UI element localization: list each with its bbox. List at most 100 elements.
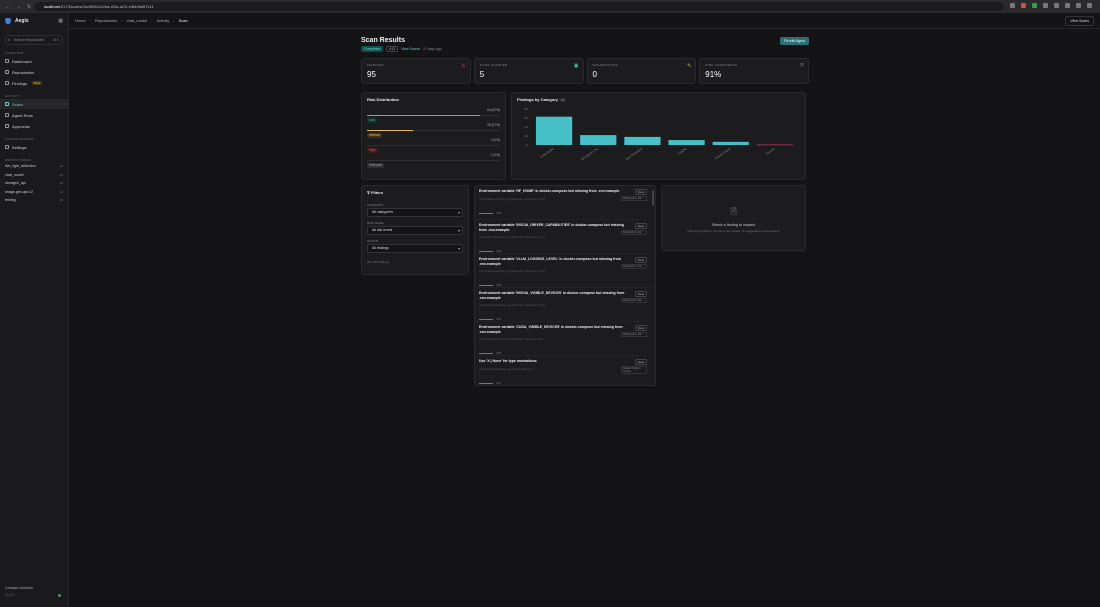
repo-item[interactable]: image-gen-api-v2 10: [0, 188, 68, 197]
view-finding-button[interactable]: View: [634, 291, 647, 297]
breadcrumb-repositories[interactable]: Repositories: [95, 18, 117, 23]
category-bar[interactable]: [668, 140, 705, 145]
section-activity: ACTIVITY: [5, 94, 21, 98]
risk-bar-track: [367, 160, 500, 161]
finding-inspector: 🗎 Select a finding to inspect Click any …: [661, 185, 806, 251]
extension-icon[interactable]: [1021, 3, 1026, 8]
repo-count: 10: [59, 181, 63, 186]
url-host: localhost: [44, 4, 60, 9]
reload-icon[interactable]: ↻: [27, 4, 31, 10]
filter-summary: 95 of 95 findings: [367, 260, 390, 264]
extension-icon[interactable]: [1032, 3, 1037, 8]
url-path: :5173/scans/2ec9f0b4-b2ba-4f1d-a21f-e3bb…: [59, 4, 154, 9]
brand[interactable]: Aegis ▣: [0, 13, 68, 29]
scan-id-badge: #12: [386, 46, 399, 52]
grid-icon: [5, 59, 9, 63]
footer-label[interactable]: Collapse shortcuts: [5, 586, 63, 590]
sidebar-item-settings[interactable]: Settings: [0, 142, 68, 152]
menu-icon[interactable]: [1087, 3, 1092, 8]
view-finding-button[interactable]: View: [634, 257, 647, 263]
app-version: v0.1.0: [5, 593, 15, 597]
repo-name: live_light_detection: [5, 164, 36, 169]
repo-item[interactable]: storage2_api 10: [0, 179, 68, 188]
check-icon: [5, 124, 9, 128]
finding-title: Environment variable 'CUDA_VISIBLE_DEVIC…: [479, 325, 623, 334]
finding-path: /Users/devrepos/chat_model/docker-compos…: [479, 269, 546, 274]
finding-title: Use 'X | None' for type annotations: [479, 359, 537, 363]
view-scans-button[interactable]: View Scans: [1065, 16, 1094, 26]
repo-name: testing: [5, 198, 16, 203]
finding-path: /Users/devrepos/chat_model/docker-compos…: [479, 235, 546, 240]
view-finding-button[interactable]: View: [634, 359, 647, 365]
repo-name: chat_model: [5, 172, 24, 177]
category-bar[interactable]: [624, 136, 661, 145]
risk-level-tag: Low: [367, 117, 377, 123]
risk-filter-label: RISK LEVEL: [367, 221, 385, 225]
view-source-link[interactable]: View Source: [401, 47, 420, 51]
breadcrumb-repo[interactable]: chat_model: [127, 18, 148, 23]
finding-item[interactable]: Environment variable 'NVIDIA_VISIBLE_DEV…: [475, 288, 655, 322]
sidebar-item-dashboard[interactable]: Dashboard: [0, 56, 68, 66]
finding-item[interactable]: Environment variable 'VLLM_LOGGING_LEVEL…: [475, 254, 655, 288]
sidebar-item-approvals[interactable]: Approvals: [0, 121, 68, 131]
category-select[interactable]: All categories: [367, 208, 463, 217]
star-icon[interactable]: [1010, 3, 1015, 8]
risk-select[interactable]: All risk levels: [367, 226, 463, 235]
page-title: Scan Results: [361, 37, 405, 44]
sidebar-item-findings[interactable]: Findings New: [0, 78, 68, 88]
scrollbar[interactable]: [652, 190, 654, 206]
y-tick-label: 20: [525, 134, 529, 138]
sidebar-item-label: Settings: [12, 144, 27, 150]
scan-results-page: Scan Results Completed #12 View Source 2…: [361, 36, 809, 84]
filters-title-text: Filters: [371, 190, 384, 195]
sidebar-item-label: Agent Runs: [12, 112, 33, 118]
puzzle-icon[interactable]: [1054, 3, 1059, 8]
search-shortcut: ⌘K: [53, 38, 59, 42]
confidence-bar: [479, 319, 493, 321]
back-icon[interactable]: ←: [5, 4, 10, 10]
sidebar-item-repositories[interactable]: Repositories: [0, 67, 68, 77]
finding-path: /Users/devrepos/chat_model/app/main.py:3: [479, 366, 533, 371]
risk-bar-fill: [367, 130, 413, 131]
y-tick-label: 40: [525, 125, 529, 129]
sidebar-item-agent-runs[interactable]: Agent Runs: [0, 110, 68, 120]
category-bar[interactable]: [535, 116, 573, 145]
view-finding-button[interactable]: View: [634, 189, 647, 195]
repo-search-input[interactable]: Search repositories ⌘K: [5, 35, 63, 45]
download-icon[interactable]: [1065, 3, 1070, 8]
breadcrumb-home[interactable]: Home: [75, 18, 86, 23]
confidence-bar: [479, 353, 493, 355]
finding-item[interactable]: Use 'X | None' for type annotations/User…: [475, 356, 655, 385]
category-bar[interactable]: [712, 141, 749, 145]
address-bar[interactable]: localhost:5173/scans/2ec9f0b4-b2ba-4f1d-…: [34, 2, 1004, 11]
status-select[interactable]: All findings: [367, 244, 463, 253]
x-tick-label: Logging: [677, 146, 688, 155]
breadcrumb-separator: ›: [151, 18, 153, 23]
category-bar[interactable]: [756, 144, 794, 146]
risk-bar-fill: [367, 115, 481, 116]
finding-path: /Users/devrepos/chat_model/docker-compos…: [479, 303, 546, 308]
confidence-score: 0.95: [496, 250, 501, 254]
view-finding-button[interactable]: View: [634, 223, 647, 229]
finding-item[interactable]: Environment variable 'HF_HOME' in docker…: [475, 186, 655, 220]
finding-item[interactable]: Environment variable 'CUDA_VISIBLE_DEVIC…: [475, 322, 655, 356]
repo-item[interactable]: testing 10: [0, 196, 68, 205]
repo-item[interactable]: chat_model 14: [0, 171, 68, 180]
category-bar[interactable]: [580, 135, 617, 145]
fix-with-agent-button[interactable]: Fix with Agent: [779, 37, 809, 45]
sidebar-item-scans[interactable]: Scans: [0, 99, 68, 109]
breadcrumb-activity[interactable]: Activity: [157, 18, 170, 23]
forward-icon[interactable]: →: [16, 4, 21, 10]
sidebar-toggle-icon[interactable]: ▣: [58, 18, 63, 24]
stat-card-findings: FINDINGS 95 ⚠: [361, 58, 471, 84]
confidence-score: 0.90: [496, 381, 501, 385]
profile-icon[interactable]: [1076, 3, 1081, 8]
status-filter-label: STATUS: [367, 239, 379, 243]
section-overview: OVERVIEW: [5, 51, 24, 55]
view-finding-button[interactable]: View: [634, 325, 647, 331]
repo-item[interactable]: live_light_detection 10: [0, 162, 68, 171]
extension-icon[interactable]: [1043, 3, 1048, 8]
risk-level-tag: High: [367, 147, 378, 153]
repo-count: 10: [59, 164, 63, 169]
finding-item[interactable]: Environment variable 'NVIDIA_DRIVER_CAPA…: [475, 220, 655, 254]
